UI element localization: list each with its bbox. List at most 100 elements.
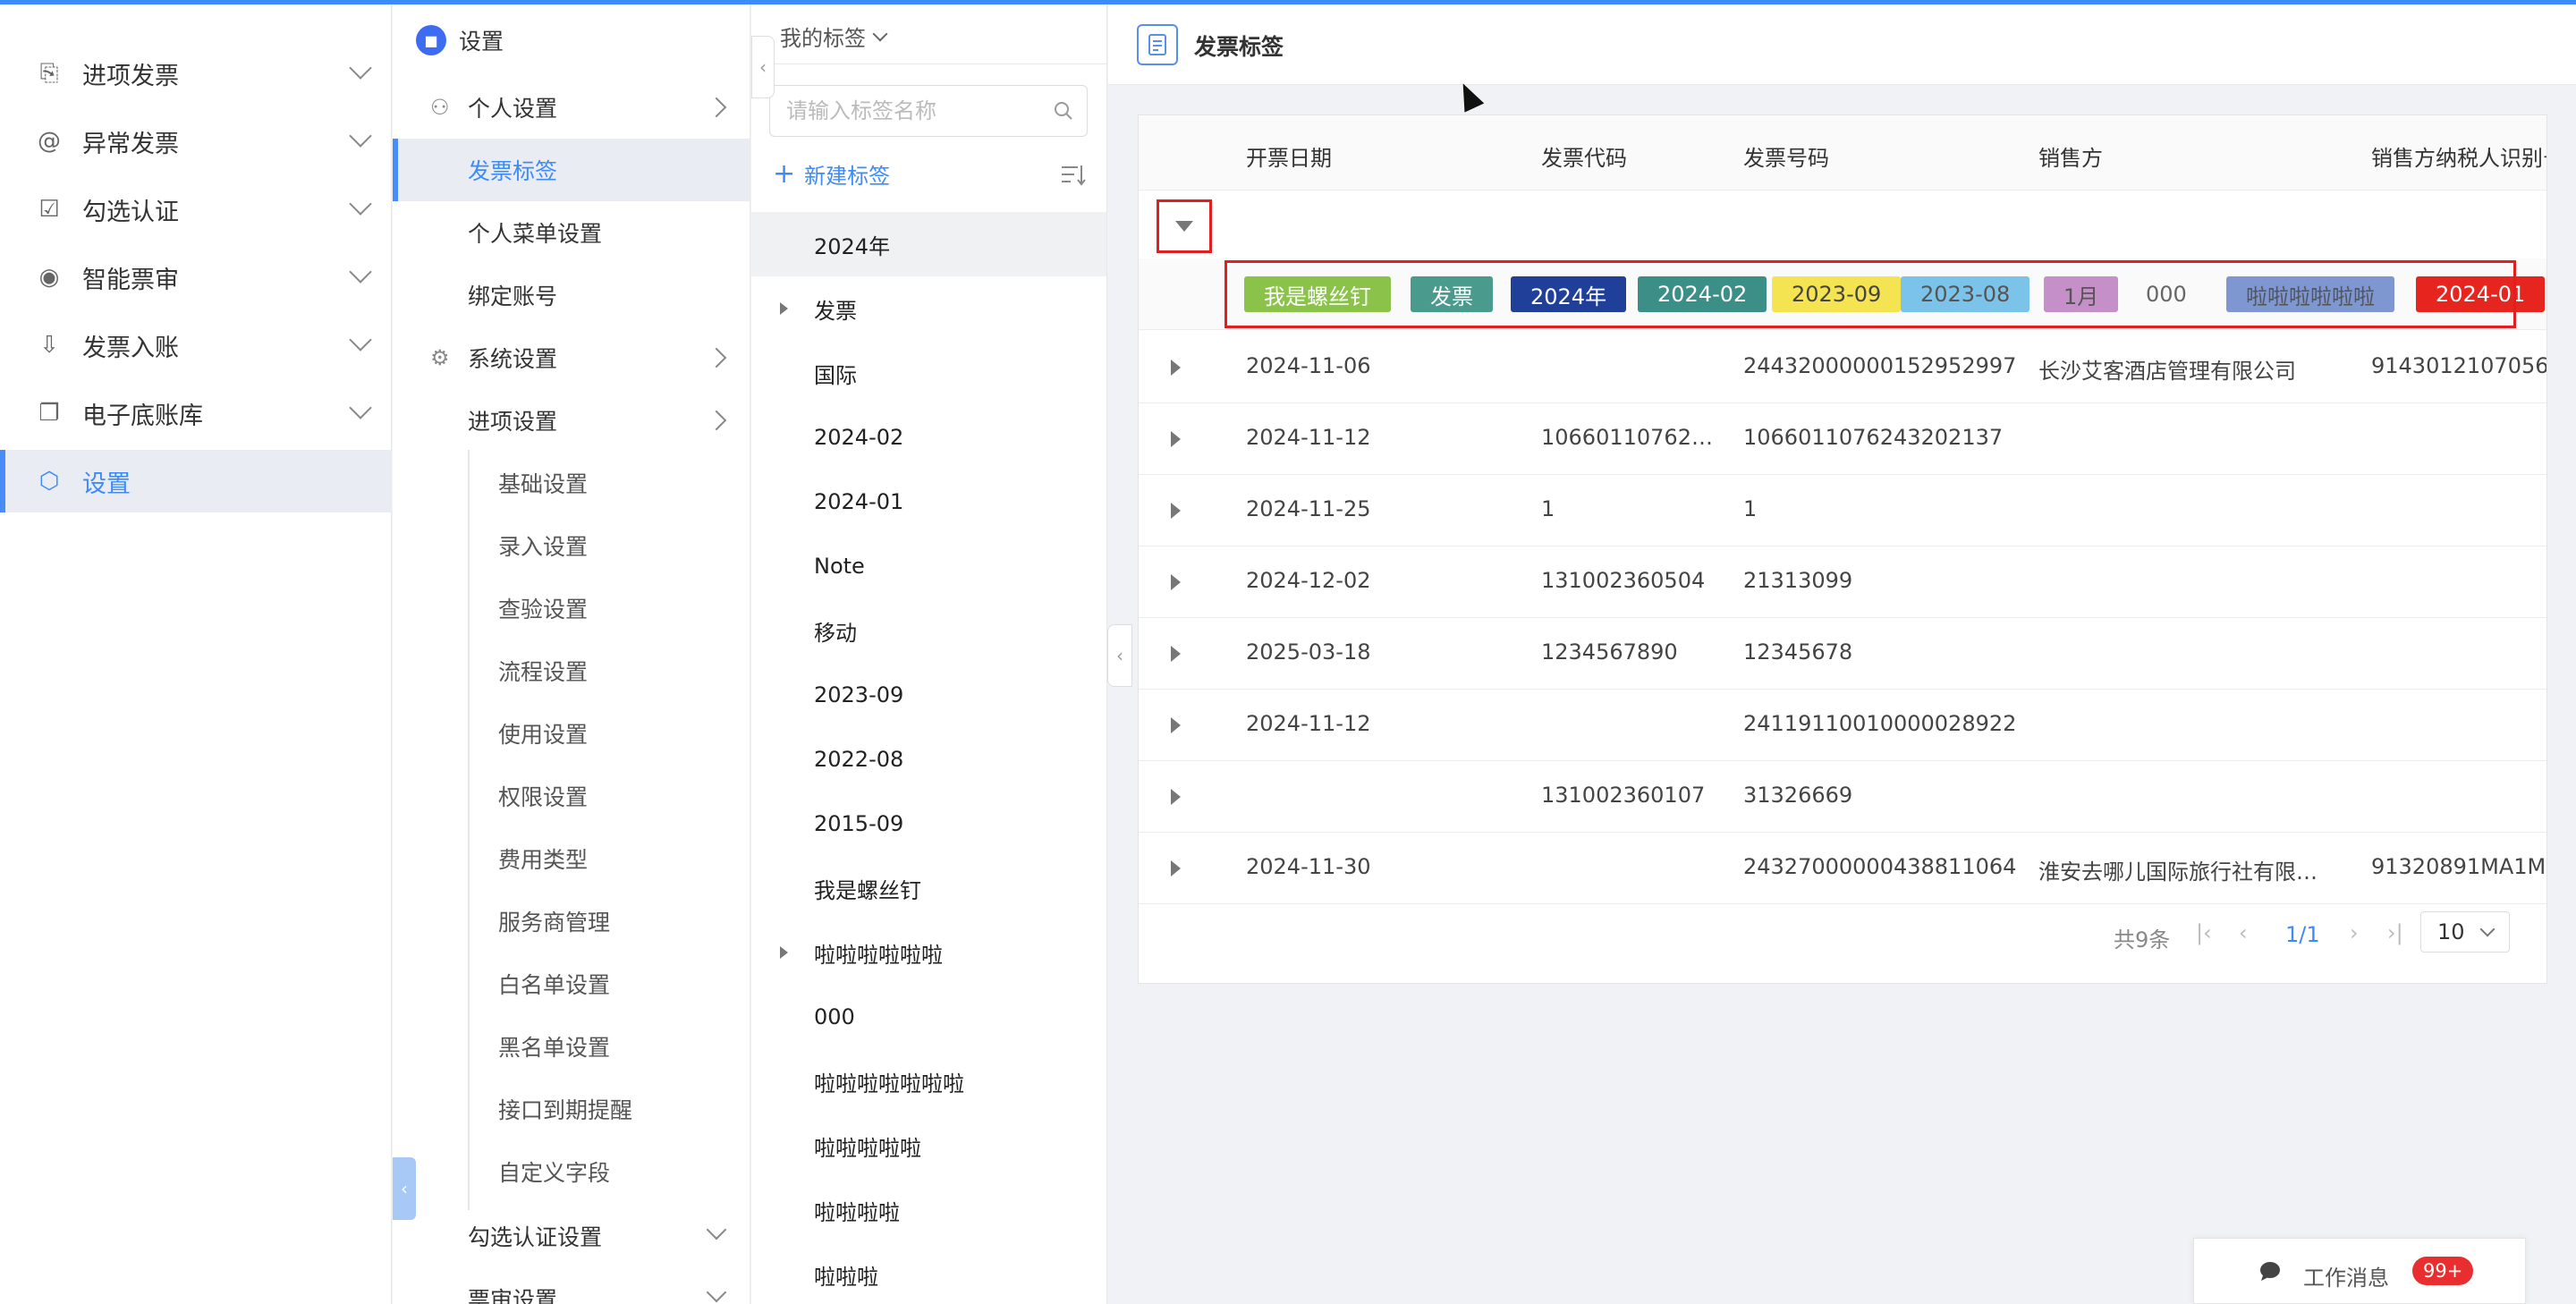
tag-search-input[interactable] xyxy=(770,86,1038,136)
collapse-row-toggle[interactable] xyxy=(1157,199,1212,253)
nav-sub-item[interactable]: 服务商管理 xyxy=(393,890,750,953)
nav-sub-item[interactable]: 费用类型 xyxy=(393,827,750,890)
nav-personal-settings[interactable]: ⚇ 个人设置 xyxy=(393,76,750,139)
nav-item-4[interactable]: ⇩ 发票入账 xyxy=(0,314,392,377)
cell-code: 10660110762… xyxy=(1541,425,1713,450)
column-header-number[interactable]: 发票号码 xyxy=(1743,140,1829,172)
table-row[interactable]: 2024-12-02 131002360504 21313099 xyxy=(1139,546,2546,618)
nav-sub-item[interactable]: 接口到期提醒 xyxy=(393,1078,750,1140)
last-page-icon[interactable]: ›| xyxy=(2387,920,2403,945)
main-collapse-handle[interactable]: ‹ xyxy=(1107,624,1132,687)
page-size-select[interactable]: 10 xyxy=(2420,911,2510,953)
nav-sub-item[interactable]: 白名单设置 xyxy=(393,953,750,1015)
tag-list-item[interactable]: 国际 xyxy=(751,341,1106,405)
nav-sub-item[interactable]: 录入设置 xyxy=(393,514,750,577)
nav-sub-item[interactable]: 自定义字段 xyxy=(393,1140,750,1203)
tag-list-item[interactable]: 000 xyxy=(751,985,1106,1049)
table-row[interactable]: 2025-03-18 1234567890 12345678 xyxy=(1139,618,2546,690)
expand-row-icon[interactable] xyxy=(1171,360,1181,376)
nav-item-2[interactable]: ☑ 勾选认证 xyxy=(0,178,392,241)
tag-list-item[interactable]: 移动 xyxy=(751,598,1106,663)
table-row[interactable]: 2024-11-30 24327000000438811064 淮安去哪儿国际旅行社… xyxy=(1139,833,2547,904)
table-row[interactable]: 131002360107 31326669 xyxy=(1139,761,2546,833)
search-icon[interactable] xyxy=(1053,100,1074,122)
caret-right-icon[interactable] xyxy=(780,302,788,315)
nav-sub-item[interactable]: 权限设置 xyxy=(393,765,750,827)
nav-sub-item[interactable]: 流程设置 xyxy=(393,639,750,702)
tag-list-item[interactable]: 2024-01 xyxy=(751,470,1106,534)
caret-right-icon[interactable] xyxy=(780,946,788,959)
tag-list-item[interactable]: Note xyxy=(751,534,1106,598)
nav-item-0[interactable]: ⎘ 进项发票 xyxy=(0,42,392,105)
tag-list-item[interactable]: 2023-09 xyxy=(751,663,1106,727)
nav-item-1[interactable]: @ 异常发票 xyxy=(0,110,392,173)
nav-system-settings[interactable]: ⚙ 系统设置 xyxy=(393,326,750,389)
nav-item-6[interactable]: ⬡ 设置 xyxy=(0,450,392,512)
tag-list-item[interactable]: 2024年 xyxy=(751,212,1106,276)
first-page-icon[interactable]: |‹ xyxy=(2196,920,2212,945)
tag-list-item[interactable]: 啦啦啦啦啦啦 xyxy=(751,920,1106,985)
tag-list-item[interactable]: 我是螺丝钉 xyxy=(751,856,1106,920)
tag-list-item[interactable]: 啦啦啦 xyxy=(751,1242,1106,1304)
next-page-icon[interactable]: › xyxy=(2350,920,2359,945)
expand-row-icon[interactable] xyxy=(1171,860,1181,876)
nav-sub-item[interactable]: 黑名单设置 xyxy=(393,1015,750,1078)
table-row[interactable]: 2024-11-06 24432000000152952997 长沙艾客酒店管理有限… xyxy=(1139,332,2546,403)
nav-sub-item[interactable]: 基础设置 xyxy=(393,452,750,514)
nav-sub-item-label: 使用设置 xyxy=(498,722,589,748)
expand-row-icon[interactable] xyxy=(1171,431,1181,447)
table-row[interactable]: 2024-11-25 1 1 xyxy=(1139,475,2546,546)
caret-down-icon xyxy=(1175,221,1193,232)
nav-item-5[interactable]: ❐ 电子底账库 xyxy=(0,382,392,445)
table-row[interactable]: 2024-11-12 10660110762… 106601107624320213… xyxy=(1139,403,2546,475)
expand-row-icon[interactable] xyxy=(1171,717,1181,733)
chevron-right-icon xyxy=(706,347,727,368)
nav-review-settings[interactable]: 票审设置 xyxy=(393,1267,750,1304)
table-row[interactable]: 2024-11-12 24119110010000028922 xyxy=(1139,690,2546,761)
expand-row-icon[interactable] xyxy=(1171,503,1181,519)
column-header-seller-tax-id[interactable]: 销售方纳税人识别号 xyxy=(2371,140,2546,172)
work-messages-button[interactable]: 工作消息 99+ xyxy=(2193,1238,2526,1304)
nav-bind-account[interactable]: 绑定账号 xyxy=(393,264,750,326)
sidebar-collapse-handle[interactable]: ‹ xyxy=(393,1157,416,1220)
expand-row-icon[interactable] xyxy=(1171,646,1181,662)
new-tag-button[interactable]: + 新建标签 xyxy=(773,158,890,190)
chevron-down-icon xyxy=(349,192,372,216)
tags-panel-collapse-handle[interactable]: ‹ xyxy=(751,36,775,98)
tag-list-item[interactable]: 2015-09 xyxy=(751,792,1106,856)
nav-item-label: 智能票审 xyxy=(82,266,179,294)
tag-list-item-label: 2024-01 xyxy=(814,489,904,514)
expand-row-icon[interactable] xyxy=(1171,574,1181,590)
sort-icon[interactable] xyxy=(1060,162,1087,187)
tag-list-item[interactable]: 2024-02 xyxy=(751,405,1106,470)
cell-date: 2024-11-12 xyxy=(1246,425,1371,450)
nav-sub-item[interactable]: 使用设置 xyxy=(393,702,750,765)
nav-item-label: 进项发票 xyxy=(82,62,179,90)
tag-list-item[interactable]: 啦啦啦啦啦啦啦 xyxy=(751,1049,1106,1113)
nav-incoming-settings[interactable]: 进项设置 xyxy=(393,389,750,452)
tag-list-item[interactable]: 啦啦啦啦 xyxy=(751,1178,1106,1242)
nav-invoice-tags[interactable]: 发票标签 xyxy=(393,139,750,201)
tag-list-item-label: 2023-09 xyxy=(814,682,904,707)
nav-check-auth-settings[interactable]: 勾选认证设置 xyxy=(393,1205,750,1267)
nav-sub-item[interactable]: 查验设置 xyxy=(393,577,750,639)
cell-seller: 长沙艾客酒店管理有限公司 xyxy=(2038,359,2296,384)
column-header-seller[interactable]: 销售方 xyxy=(2038,140,2103,172)
main-header: 发票标签 xyxy=(1108,4,2576,85)
document-icon xyxy=(1137,24,1178,65)
nav-item-3[interactable]: ◉ 智能票审 xyxy=(0,246,392,309)
cell-code: 131002360504 xyxy=(1541,568,1706,593)
expand-row-icon[interactable] xyxy=(1171,789,1181,805)
prev-page-icon[interactable]: ‹ xyxy=(2239,920,2248,945)
tag-list-item[interactable]: 2022-08 xyxy=(751,727,1106,792)
download-doc-icon: ⇩ xyxy=(39,332,59,359)
column-header-code[interactable]: 发票代码 xyxy=(1541,140,1627,172)
nav-system-label: 系统设置 xyxy=(468,346,558,372)
tag-list-item[interactable]: 啦啦啦啦啦 xyxy=(751,1113,1106,1178)
nav-personal-menu[interactable]: 个人菜单设置 xyxy=(393,201,750,264)
column-header-date[interactable]: 开票日期 xyxy=(1246,140,1332,172)
my-tags-dropdown[interactable]: 我的标签 xyxy=(780,21,888,52)
tag-list-item-label: 国际 xyxy=(814,362,857,388)
cell-tax_id: 91320891MA1MH xyxy=(2371,854,2547,879)
tag-list-item[interactable]: 发票 xyxy=(751,276,1106,341)
